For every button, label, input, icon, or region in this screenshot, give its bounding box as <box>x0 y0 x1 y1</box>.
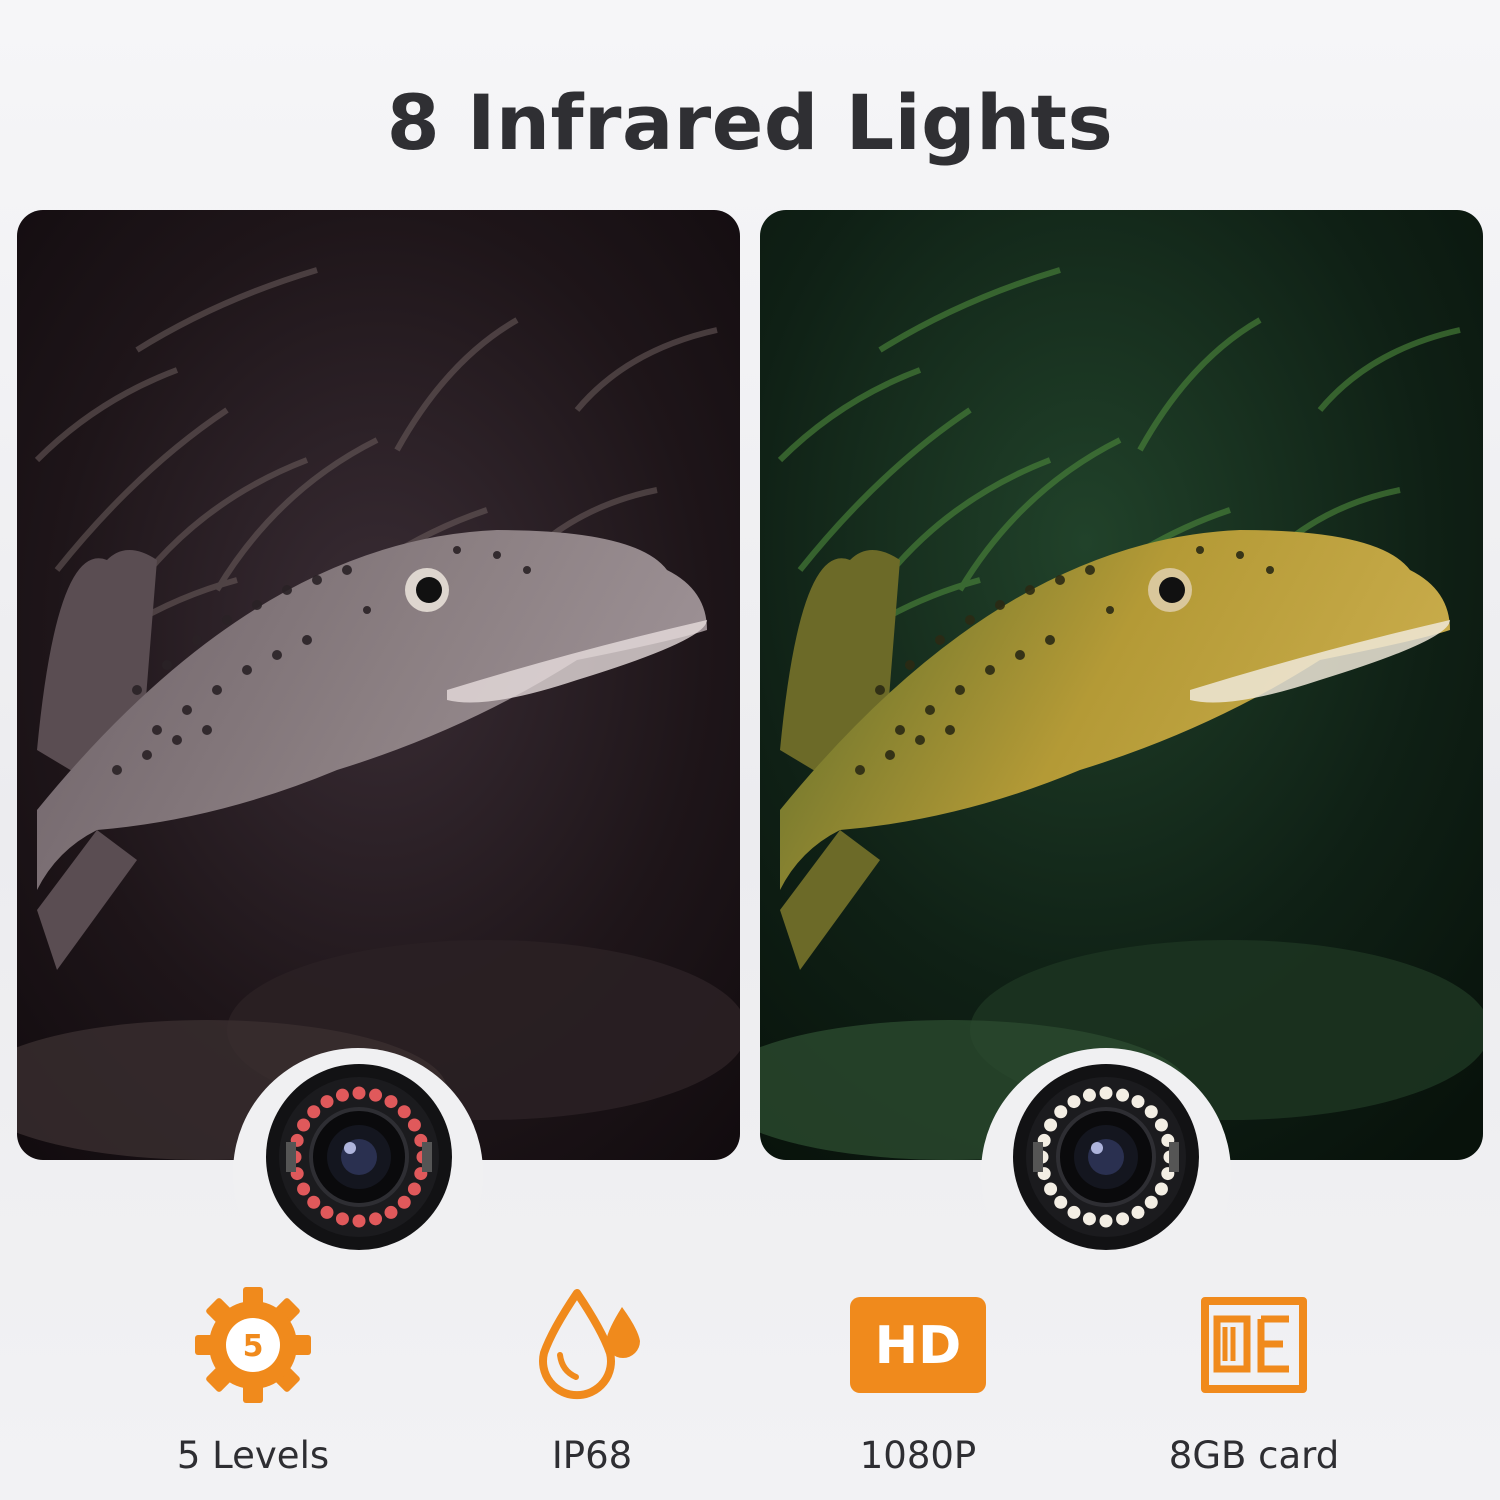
led-dot <box>1154 1118 1168 1132</box>
infrared-photo-panel <box>17 210 740 1160</box>
page-title: 8 Infrared Lights <box>386 78 1114 167</box>
led-dot <box>1154 1182 1168 1196</box>
led-dot <box>407 1182 421 1196</box>
led-dot <box>320 1205 334 1219</box>
led-dot <box>320 1095 334 1109</box>
led-dot <box>335 1212 349 1226</box>
led-dot <box>335 1088 349 1102</box>
led-dot <box>352 1214 366 1228</box>
led-dot <box>297 1182 311 1196</box>
led-dot <box>1131 1095 1145 1109</box>
feature-label: 5 Levels <box>176 1434 330 1477</box>
led-dot <box>1099 1214 1113 1228</box>
led-dot <box>1116 1088 1130 1102</box>
led-dot <box>384 1095 398 1109</box>
led-dot <box>1044 1182 1058 1196</box>
led-dot <box>297 1118 311 1132</box>
gear-icon: 5 <box>195 1287 311 1403</box>
infrared-camera-lens-icon <box>266 1064 452 1250</box>
water-drop-icon <box>539 1289 640 1400</box>
led-dot <box>1082 1212 1096 1226</box>
led-dot <box>1099 1086 1113 1100</box>
led-dot <box>307 1105 321 1119</box>
feature-resolution: HD 1080P <box>768 1280 1068 1477</box>
led-dot <box>1116 1212 1130 1226</box>
led-dot <box>397 1105 411 1119</box>
feature-waterproof: IP68 <box>442 1280 742 1477</box>
trout-daylight-image <box>760 210 1483 1160</box>
led-dot <box>1067 1095 1081 1109</box>
led-dot <box>369 1088 383 1102</box>
led-dot <box>307 1195 321 1209</box>
gear-icon-number: 5 <box>243 1329 264 1364</box>
feature-storage: 8GB card <box>1104 1280 1404 1477</box>
sd-card-icon <box>1201 1297 1307 1393</box>
daylight-camera-lens-icon <box>1013 1064 1199 1250</box>
led-dot <box>1082 1088 1096 1102</box>
led-dot <box>1054 1195 1068 1209</box>
led-dot <box>1067 1205 1081 1219</box>
daylight-photo-panel <box>760 210 1483 1160</box>
led-dot <box>1144 1105 1158 1119</box>
trout-infrared-image <box>17 210 740 1160</box>
led-dot <box>1044 1118 1058 1132</box>
led-dot <box>1144 1195 1158 1209</box>
feature-label: IP68 <box>551 1434 633 1477</box>
hd-icon: HD <box>850 1297 986 1393</box>
led-dot <box>1054 1105 1068 1119</box>
led-dot <box>384 1205 398 1219</box>
feature-label: 1080P <box>859 1434 977 1477</box>
led-dot <box>1131 1205 1145 1219</box>
led-dot <box>369 1212 383 1226</box>
led-dot <box>352 1086 366 1100</box>
hd-icon-text: HD <box>875 1316 962 1376</box>
led-dot <box>397 1195 411 1209</box>
led-dot <box>407 1118 421 1132</box>
feature-label: 8GB card <box>1168 1434 1340 1477</box>
feature-levels: 5 5 Levels <box>103 1280 403 1477</box>
